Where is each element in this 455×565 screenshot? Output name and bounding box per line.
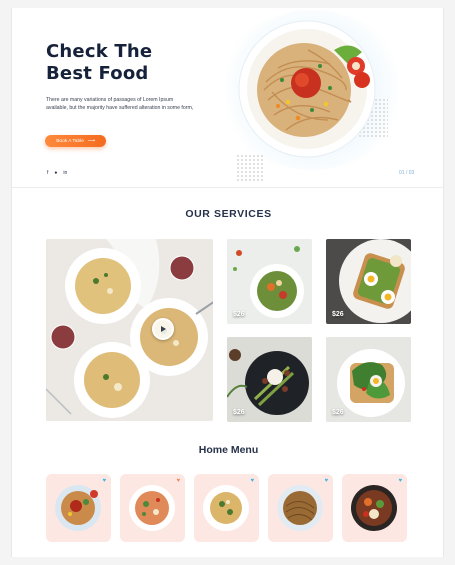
service-tile-video[interactable] [46,239,213,421]
instagram-icon[interactable]: ● [54,170,57,176]
hero-title: Check The Best Food [46,41,152,85]
menu-card[interactable]: ♥ [120,474,185,542]
menu-card[interactable]: ♥ [268,474,333,542]
services-title: OUR SERVICES [185,208,272,220]
menu-card[interactable]: ♥ [46,474,111,542]
heart-icon[interactable]: ♥ [250,478,254,484]
play-video-button[interactable] [152,318,174,340]
hero-description: There are many variations of passages of… [46,97,194,111]
hero-pager[interactable]: 01 / 03 [399,170,414,176]
landing-page: Check The Best Food There are many varia… [11,8,444,557]
facebook-icon[interactable]: f [47,170,48,176]
book-table-button[interactable]: Book A Table ⟶ [45,135,106,147]
play-icon [161,326,166,332]
heart-icon[interactable]: ♥ [398,478,402,484]
rice-bowl-image [351,485,397,531]
price-label: $26 [233,311,245,318]
hero-section: Check The Best Food There are many varia… [12,8,443,188]
heart-icon[interactable]: ♥ [176,478,180,484]
social-links: f ● in [47,170,67,176]
menu-card[interactable]: ♥ [342,474,407,542]
service-tile-spinach-toast[interactable]: $26 [326,337,411,422]
book-table-label: Book A Table [56,138,84,144]
dot-pattern [236,154,264,182]
hero-pasta-plate-image [238,20,376,158]
noodle-plate-image [277,485,323,531]
heart-icon[interactable]: ♥ [324,478,328,484]
pasta-bolognese-plate-image [55,485,101,531]
hero-title-line1: Check The [46,41,153,62]
linkedin-icon[interactable]: in [63,170,67,176]
service-tile-salad[interactable]: $26 [227,239,312,324]
service-tile-asparagus[interactable]: $26 [227,337,312,422]
home-menu-title: Home Menu [198,444,259,456]
price-label: $26 [332,409,344,416]
menu-card[interactable]: ♥ [194,474,259,542]
service-tile-avocado-toast[interactable]: $26 [326,239,411,324]
hero-title-line2: Best Food [46,63,149,84]
price-label: $26 [332,311,344,318]
heart-icon[interactable]: ♥ [102,478,106,484]
pasta-table-image [46,239,213,421]
arrow-right-icon: ⟶ [87,138,95,144]
penne-plate-image [129,485,175,531]
pesto-pasta-plate-image [203,485,249,531]
price-label: $26 [233,409,245,416]
